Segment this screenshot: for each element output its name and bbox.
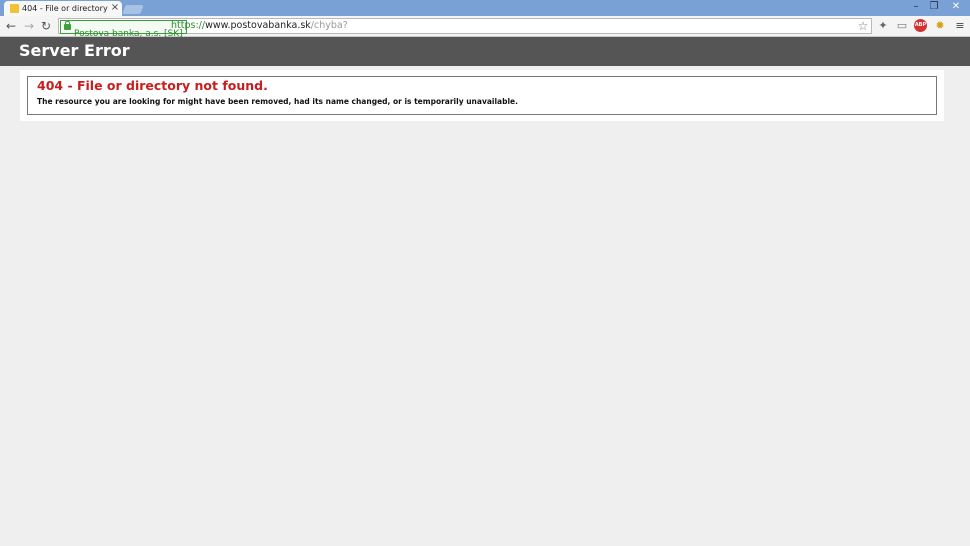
adblock-icon[interactable]: ABP [914,19,927,32]
bookmark-star-icon[interactable]: ☆ [857,19,869,33]
browser-toolbar: ← → ↻ Postova banka, a.s. [SK] https://w… [0,16,970,39]
browser-titlebar: 404 - File or directory not × – ❐ ✕ [0,0,970,16]
reload-icon[interactable]: ↻ [38,18,54,34]
url-path: /chyba? [310,20,348,31]
download-extension-icon[interactable]: ▭ [895,19,909,33]
page-title: Server Error [19,41,130,60]
back-arrow-icon[interactable]: ← [3,18,19,34]
browser-menu-icon[interactable]: ≡ [953,19,967,33]
error-box: 404 - File or directory not found. The r… [27,76,937,115]
puzzle-extension-icon[interactable]: ✦ [876,19,890,33]
new-tab-button[interactable] [122,5,144,14]
window-minimize-button[interactable]: – [908,0,924,14]
window-maximize-button[interactable]: ❐ [926,0,942,14]
page-header: Server Error [0,37,970,66]
url-text[interactable]: https://www.postovabanka.sk/chyba? [171,20,348,32]
content-panel: 404 - File or directory not found. The r… [20,70,944,121]
tab-close-icon[interactable]: × [110,2,120,14]
ev-certificate-badge[interactable]: Postova banka, a.s. [SK] [60,20,187,39]
site-favicon-icon [10,4,19,13]
error-title: 404 - File or directory not found. [37,78,268,93]
lock-icon [64,21,71,30]
gear-extension-icon[interactable]: ✹ [933,19,947,33]
browser-tab[interactable]: 404 - File or directory not × [4,1,122,16]
url-host: www.postovabanka.sk [205,20,311,31]
window-close-button[interactable]: ✕ [946,0,966,14]
url-scheme: https:// [171,20,206,31]
address-bar[interactable]: Postova banka, a.s. [SK] https://www.pos… [58,18,872,39]
error-message: The resource you are looking for might h… [37,97,518,106]
tab-title: 404 - File or directory not [22,4,108,13]
forward-arrow-icon[interactable]: → [21,18,37,34]
